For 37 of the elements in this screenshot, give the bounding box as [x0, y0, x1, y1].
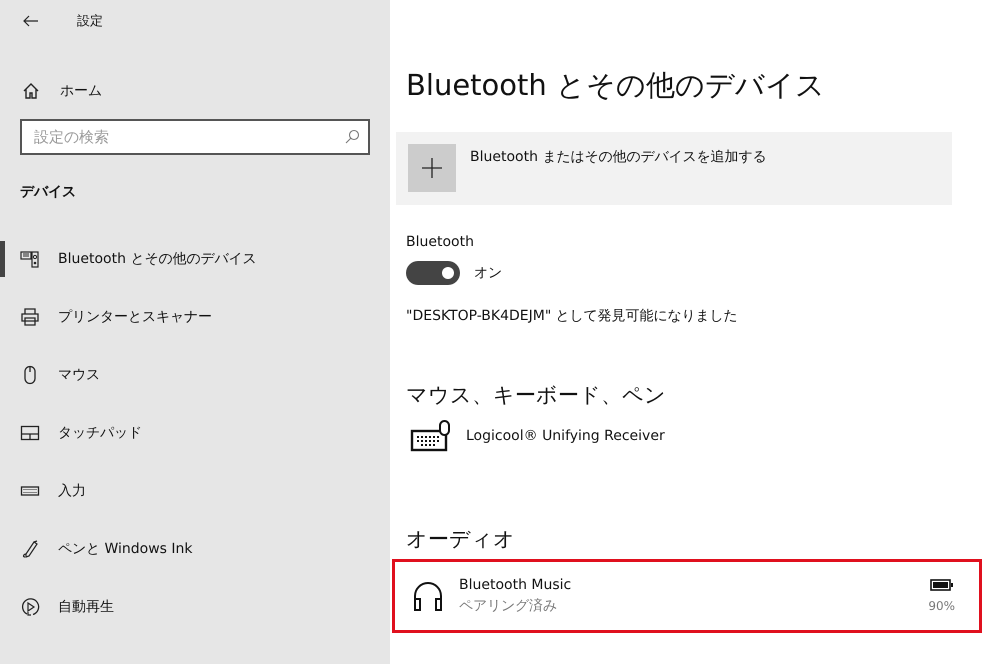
section-heading: オーディオ	[406, 526, 516, 553]
home-icon	[22, 82, 40, 100]
section-heading: マウス、キーボード、ペン	[406, 382, 667, 409]
sidebar-item[interactable]: タッチパッド	[0, 415, 390, 451]
printer-icon	[20, 307, 40, 327]
device-status: ペアリング済み	[459, 597, 558, 615]
sidebar-item[interactable]: 自動再生	[0, 589, 390, 625]
sidebar-item[interactable]: 入力	[0, 473, 390, 509]
keyboard-mouse-icon	[410, 419, 452, 453]
device-item[interactable]: Bluetooth Music ペアリング済み 90%	[392, 559, 982, 633]
bluetooth-label: Bluetooth	[406, 234, 475, 250]
device-name: Logicool® Unifying Receiver	[466, 428, 666, 444]
touchpad-icon	[20, 423, 40, 443]
window-title: 設定	[77, 13, 103, 30]
discoverable-text: "DESKTOP-BK4DEJM" として発見可能になりました	[406, 307, 739, 325]
autoplay-icon	[20, 597, 40, 617]
device-item[interactable]: Logicool® Unifying Receiver	[406, 419, 1000, 453]
page-title: Bluetooth とその他のデバイス	[406, 67, 826, 104]
sidebar-item[interactable]: Bluetooth とその他のデバイス	[0, 241, 390, 277]
plus-icon	[408, 144, 456, 192]
battery-icon	[930, 579, 954, 591]
battery-level: 90%	[928, 599, 955, 613]
back-arrow-icon[interactable]	[23, 15, 39, 27]
sidebar-item[interactable]: プリンターとスキャナー	[0, 299, 390, 335]
search-field[interactable]: 設定の検索	[20, 119, 370, 155]
home-link[interactable]: ホーム	[22, 82, 390, 100]
pen-icon	[20, 539, 40, 559]
headphones-icon	[411, 579, 445, 613]
section-heading: デバイス	[20, 183, 77, 201]
device-name: Bluetooth Music	[459, 577, 572, 593]
search-icon	[344, 129, 360, 145]
toggle-state: オン	[474, 264, 502, 282]
sidebar-item[interactable]: ペンと Windows Ink	[0, 531, 390, 567]
add-device-button[interactable]: Bluetooth またはその他のデバイスを追加する	[396, 132, 952, 205]
sidebar-item[interactable]: マウス	[0, 357, 390, 393]
bluetooth-toggle[interactable]	[406, 261, 460, 285]
keyboard-speaker-icon	[20, 249, 40, 269]
